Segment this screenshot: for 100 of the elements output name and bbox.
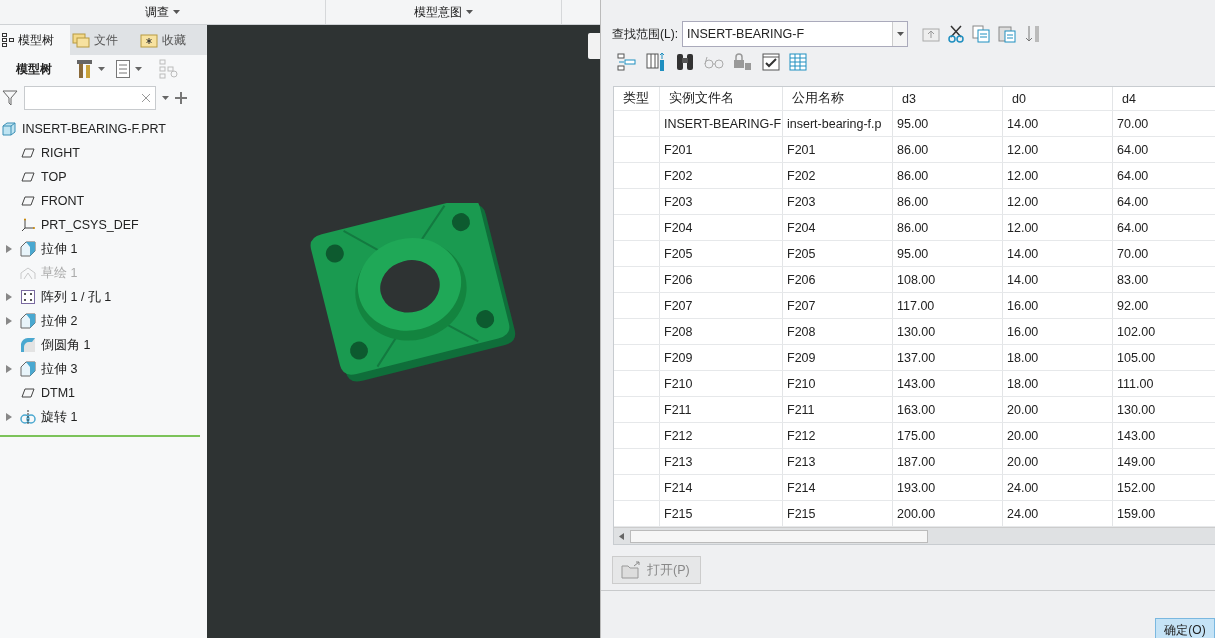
table-cell[interactable]: F204 [783, 215, 893, 240]
table-cell[interactable]: 18.00 [1003, 345, 1113, 370]
folder-up-icon[interactable] [922, 26, 940, 42]
table-cell[interactable]: F210 [660, 371, 783, 396]
column-header[interactable]: 类型 [614, 87, 660, 110]
table-cell[interactable]: F203 [783, 189, 893, 214]
table-cell[interactable]: F201 [660, 137, 783, 162]
table-cell[interactable]: 70.00 [1113, 241, 1215, 266]
table-cell[interactable]: F208 [660, 319, 783, 344]
table-cell[interactable]: 108.00 [893, 267, 1003, 292]
table-cell[interactable]: 16.00 [1003, 293, 1113, 318]
caret-icon[interactable] [162, 96, 169, 100]
tree-item[interactable]: RIGHT [41, 146, 80, 160]
table-cell[interactable]: 102.00 [1113, 319, 1215, 344]
table-cell[interactable]: F213 [660, 449, 783, 474]
tree-item[interactable]: 阵列 1 / 孔 1 [41, 288, 112, 306]
table-cell[interactable]: 24.00 [1003, 475, 1113, 500]
table-cell[interactable]: 130.00 [1113, 397, 1215, 422]
column-header[interactable]: d0 [1003, 87, 1113, 110]
table-cell[interactable]: 95.00 [893, 111, 1003, 136]
table-cell[interactable]: F202 [660, 163, 783, 188]
tree-item[interactable]: INSERT-BEARING-F.PRT [22, 122, 166, 136]
table-cell[interactable]: 12.00 [1003, 137, 1113, 162]
table-cell[interactable]: 200.00 [893, 501, 1003, 526]
tree-item[interactable]: DTM1 [41, 386, 76, 400]
expand-arrow-icon[interactable] [6, 317, 12, 325]
table-cell[interactable]: F208 [783, 319, 893, 344]
column-header[interactable]: d4 [1113, 87, 1215, 110]
navigator-tab[interactable]: 模型树 [0, 25, 70, 55]
table-cell[interactable]: 92.00 [1113, 293, 1215, 318]
table-cell[interactable]: 86.00 [893, 137, 1003, 162]
table-cell[interactable]: F209 [783, 345, 893, 370]
table-cell[interactable]: 137.00 [893, 345, 1003, 370]
table-cell[interactable]: F207 [660, 293, 783, 318]
table-cell[interactable]: 18.00 [1003, 371, 1113, 396]
table-cell[interactable]: 187.00 [893, 449, 1003, 474]
table-cell[interactable]: F203 [660, 189, 783, 214]
table-cell[interactable]: F201 [783, 137, 893, 162]
table-cell[interactable]: F206 [783, 267, 893, 292]
look-in-dropdown[interactable]: INSERT-BEARING-F [682, 21, 908, 47]
ok-button[interactable]: 确定(O) [1155, 618, 1215, 638]
expand-arrow-icon[interactable] [6, 245, 12, 253]
caret-icon[interactable] [98, 67, 105, 71]
table-cell[interactable]: 20.00 [1003, 423, 1113, 448]
table-cell[interactable]: insert-bearing-f.p [783, 111, 893, 136]
table-icon[interactable] [789, 53, 807, 71]
table-cell[interactable]: 159.00 [1113, 501, 1215, 526]
table-cell[interactable]: 86.00 [893, 215, 1003, 240]
table-cell[interactable]: 12.00 [1003, 163, 1113, 188]
clear-icon[interactable] [142, 94, 150, 102]
tree-item[interactable]: 拉伸 1 [41, 240, 78, 258]
tree-item[interactable]: TOP [41, 170, 67, 184]
table-cell[interactable]: INSERT-BEARING-F [660, 111, 783, 136]
table-cell[interactable]: 64.00 [1113, 189, 1215, 214]
table-cell[interactable]: F211 [783, 397, 893, 422]
table-cell[interactable]: 117.00 [893, 293, 1003, 318]
column-header[interactable]: 实例文件名 [660, 87, 783, 110]
table-cell[interactable]: 143.00 [893, 371, 1003, 396]
expand-arrow-icon[interactable] [6, 413, 12, 421]
table-cell[interactable]: 143.00 [1113, 423, 1215, 448]
table-cell[interactable]: F209 [660, 345, 783, 370]
table-cell[interactable]: 24.00 [1003, 501, 1113, 526]
table-cell[interactable]: 152.00 [1113, 475, 1215, 500]
table-cell[interactable]: 70.00 [1113, 111, 1215, 136]
table-cell[interactable]: F214 [660, 475, 783, 500]
table-cell[interactable]: 20.00 [1003, 449, 1113, 474]
insert-row-icon[interactable] [617, 53, 637, 71]
table-cell[interactable]: 64.00 [1113, 163, 1215, 188]
table-cell[interactable]: 193.00 [893, 475, 1003, 500]
table-cell[interactable]: 14.00 [1003, 267, 1113, 292]
sort-icon[interactable] [1024, 25, 1042, 43]
table-cell[interactable]: F206 [660, 267, 783, 292]
search-field[interactable] [24, 86, 156, 110]
table-cell[interactable]: 12.00 [1003, 189, 1113, 214]
table-cell[interactable]: 163.00 [893, 397, 1003, 422]
ribbon-group-label[interactable]: 模型意图 [414, 3, 462, 21]
tree-item[interactable]: PRT_CSYS_DEF [41, 218, 139, 232]
tree-item[interactable]: 拉伸 2 [41, 312, 78, 330]
expand-arrow-icon[interactable] [6, 365, 12, 373]
table-cell[interactable]: F212 [783, 423, 893, 448]
table-cell[interactable]: 149.00 [1113, 449, 1215, 474]
copy-icon[interactable] [972, 25, 990, 43]
table-cell[interactable]: 14.00 [1003, 111, 1113, 136]
insert-column-icon[interactable] [646, 52, 666, 72]
paste-icon[interactable] [998, 25, 1016, 43]
glasses-icon[interactable] [704, 55, 724, 69]
table-cell[interactable]: F211 [660, 397, 783, 422]
table-cell[interactable]: F213 [783, 449, 893, 474]
table-cell[interactable]: F202 [783, 163, 893, 188]
filter-icon[interactable] [2, 90, 18, 106]
column-header[interactable]: d3 [893, 87, 1003, 110]
horizontal-scrollbar[interactable] [614, 527, 1215, 544]
column-header[interactable]: 公用名称 [783, 87, 893, 110]
table-cell[interactable]: 14.00 [1003, 241, 1113, 266]
table-cell[interactable]: F212 [660, 423, 783, 448]
table-cell[interactable]: 175.00 [893, 423, 1003, 448]
add-icon[interactable] [175, 92, 187, 104]
table-cell[interactable]: 12.00 [1003, 215, 1113, 240]
expand-arrow-icon[interactable] [6, 293, 12, 301]
table-cell[interactable]: 130.00 [893, 319, 1003, 344]
